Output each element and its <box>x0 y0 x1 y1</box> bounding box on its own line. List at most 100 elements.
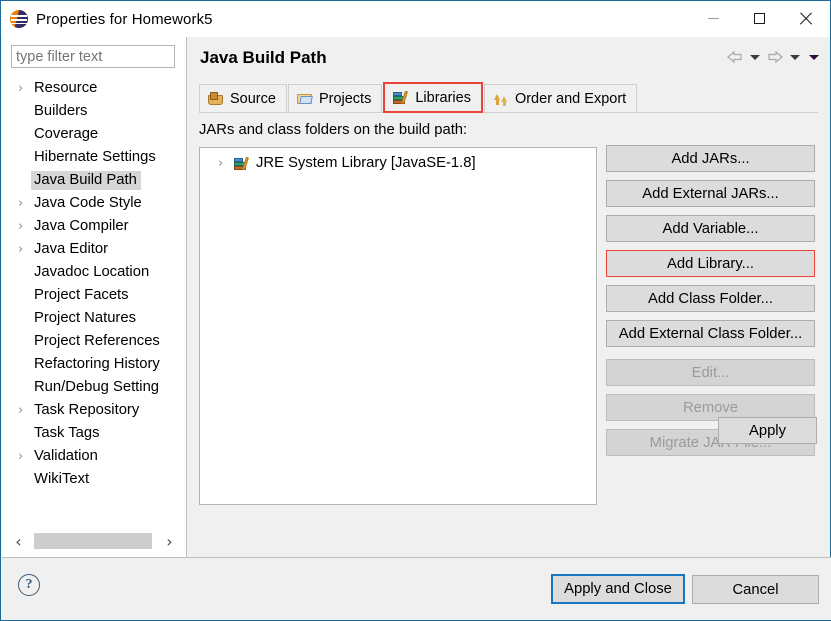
title-bar: Properties for Homework5 <box>1 1 830 37</box>
page-panel: Java Build Path Source Projects Libraries O… <box>187 37 830 557</box>
sidebar-item-label: Project Facets <box>34 287 129 303</box>
tab-bar: Source Projects Libraries Order and Export <box>199 82 638 113</box>
scroll-left-button[interactable]: ‹ <box>8 530 29 552</box>
apply-button[interactable]: Apply <box>718 417 817 444</box>
sidebar-item-label: Hibernate Settings <box>34 149 156 165</box>
chevron-right-icon[interactable]: › <box>18 215 23 238</box>
sidebar-item-refactoring-history[interactable]: Refactoring History <box>2 353 186 376</box>
close-icon <box>799 12 812 25</box>
forward-history-caret-icon[interactable] <box>790 54 800 60</box>
add-class-folder-button[interactable]: Add Class Folder... <box>606 285 815 312</box>
eclipse-icon <box>10 10 28 28</box>
sidebar-item-coverage[interactable]: Coverage <box>2 123 186 146</box>
sidebar-item-task-tags[interactable]: Task Tags <box>2 422 186 445</box>
libraries-books-icon <box>234 156 250 171</box>
sidebar-item-label: Task Repository <box>34 402 140 418</box>
chevron-right-icon[interactable]: › <box>18 192 23 215</box>
edit-button: Edit... <box>606 359 815 386</box>
sidebar-item-label: Project Natures <box>34 310 136 326</box>
scroll-right-button[interactable]: › <box>159 530 180 552</box>
sidebar-item-label: Javadoc Location <box>34 264 150 280</box>
sidebar-item-label: Refactoring History <box>34 356 160 372</box>
sidebar-horizontal-scrollbar[interactable]: ‹ › <box>8 530 180 552</box>
scrollbar-thumb[interactable] <box>34 533 152 549</box>
sidebar-item-wikitext[interactable]: WikiText <box>2 468 186 491</box>
page-menu-caret-icon[interactable] <box>809 54 819 60</box>
sidebar-item-task-repository[interactable]: › Task Repository <box>2 399 186 422</box>
tab-label: Order and Export <box>514 91 627 107</box>
build-path-list[interactable]: › JRE System Library [JavaSE-1.8] <box>199 147 597 505</box>
sidebar-item-validation[interactable]: › Validation <box>2 445 186 468</box>
projects-folder-icon <box>296 92 313 106</box>
back-history-caret-icon[interactable] <box>750 54 760 60</box>
add-jars-button[interactable]: Add JARs... <box>606 145 815 172</box>
dialog-footer: ? Apply and Close Cancel <box>2 558 831 620</box>
libraries-books-icon <box>393 90 409 105</box>
sidebar-item-label: Java Build Path <box>31 171 141 190</box>
minimize-button[interactable] <box>690 1 736 35</box>
section-label: JARs and class folders on the build path… <box>199 122 468 138</box>
window-controls <box>690 1 828 35</box>
sidebar-item-label: Java Editor <box>34 241 109 257</box>
add-library-button[interactable]: Add Library... <box>606 250 815 277</box>
cancel-button[interactable]: Cancel <box>692 575 819 604</box>
chevron-right-icon[interactable]: › <box>18 238 23 261</box>
sidebar-item-label: Java Compiler <box>34 218 129 234</box>
properties-dialog: Properties for Homework5 › Resource Builde… <box>0 0 831 621</box>
chevron-right-icon[interactable]: › <box>218 152 234 175</box>
sidebar-item-java-editor[interactable]: › Java Editor <box>2 238 186 261</box>
sidebar-item-project-natures[interactable]: Project Natures <box>2 307 186 330</box>
sidebar-item-java-code-style[interactable]: › Java Code Style <box>2 192 186 215</box>
settings-sidebar: › Resource Builders Coverage Hibernate Setti… <box>2 37 186 557</box>
sidebar-item-run-debug-setting[interactable]: Run/Debug Setting <box>2 376 186 399</box>
sidebar-item-builders[interactable]: Builders <box>2 100 186 123</box>
sidebar-item-label: Resource <box>34 80 98 96</box>
tab-underline <box>199 112 818 113</box>
chevron-right-icon[interactable]: › <box>18 77 23 100</box>
sidebar-item-label: Validation <box>34 448 98 464</box>
tab-projects[interactable]: Projects <box>287 84 383 113</box>
back-arrow-icon[interactable] <box>726 49 744 65</box>
sidebar-item-label: Run/Debug Setting <box>34 379 160 395</box>
sidebar-item-project-references[interactable]: Project References <box>2 330 186 353</box>
sidebar-item-java-compiler[interactable]: › Java Compiler <box>2 215 186 238</box>
source-folder-icon <box>208 92 224 106</box>
tab-label: Source <box>230 91 276 107</box>
library-list-item-label: JRE System Library [JavaSE-1.8] <box>256 155 476 171</box>
forward-arrow-icon[interactable] <box>766 49 784 65</box>
minimize-icon <box>707 17 719 19</box>
page-title: Java Build Path <box>200 48 327 67</box>
sidebar-item-label: WikiText <box>34 471 90 487</box>
add-external-jars-button[interactable]: Add External JARs... <box>606 180 815 207</box>
order-export-arrows-icon <box>493 92 509 106</box>
page-navigation <box>726 49 822 65</box>
add-variable-button[interactable]: Add Variable... <box>606 215 815 242</box>
add-external-class-folder-button[interactable]: Add External Class Folder... <box>606 320 815 347</box>
tab-order-and-export[interactable]: Order and Export <box>483 84 638 113</box>
sidebar-item-project-facets[interactable]: Project Facets <box>2 284 186 307</box>
settings-tree[interactable]: › Resource Builders Coverage Hibernate Setti… <box>2 77 186 522</box>
help-icon[interactable]: ? <box>18 574 40 596</box>
chevron-right-icon[interactable]: › <box>18 399 23 422</box>
sidebar-item-label: Coverage <box>34 126 99 142</box>
sidebar-item-java-build-path[interactable]: Java Build Path <box>2 169 186 192</box>
scrollbar-track[interactable] <box>29 533 159 549</box>
sidebar-item-javadoc-location[interactable]: Javadoc Location <box>2 261 186 284</box>
sidebar-item-resource[interactable]: › Resource <box>2 77 186 100</box>
sidebar-item-label: Task Tags <box>34 425 100 441</box>
tab-label: Projects <box>318 91 372 107</box>
tab-label: Libraries <box>415 89 471 106</box>
maximize-icon <box>753 12 765 24</box>
tab-source[interactable]: Source <box>199 84 287 113</box>
sidebar-item-label: Project References <box>34 333 160 349</box>
maximize-button[interactable] <box>736 1 782 35</box>
window-title: Properties for Homework5 <box>36 10 213 28</box>
sidebar-item-label: Builders <box>34 103 88 119</box>
library-list-item[interactable]: › JRE System Library [JavaSE-1.8] <box>204 152 592 175</box>
filter-input[interactable] <box>11 45 175 68</box>
close-button[interactable] <box>782 1 828 35</box>
sidebar-item-hibernate-settings[interactable]: Hibernate Settings <box>2 146 186 169</box>
chevron-right-icon[interactable]: › <box>18 445 23 468</box>
tab-libraries[interactable]: Libraries <box>383 82 483 113</box>
apply-and-close-button[interactable]: Apply and Close <box>551 574 685 604</box>
